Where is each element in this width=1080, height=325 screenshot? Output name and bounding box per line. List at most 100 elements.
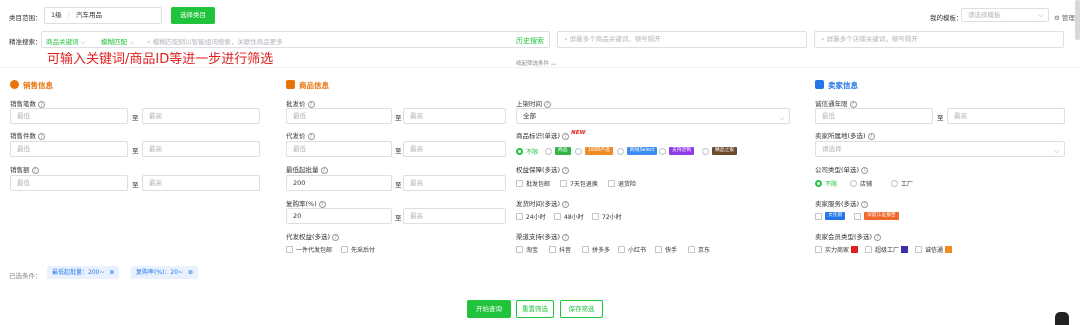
help-icon: ? [849,100,857,108]
scrollbar[interactable] [1075,0,1080,40]
sales-qty-max[interactable]: 最高 [142,141,260,157]
exclude-goods-input[interactable]: ⌕ 屏蔽多个商品关键词，顿号隔开 [557,31,807,48]
repurchase-rate-min[interactable]: 20 [286,208,392,224]
company-type-label: 公司类型(单选)? [815,164,869,174]
help-icon: ? [874,233,882,241]
radio-goods-mark-1[interactable]: 商品 [545,147,571,155]
range-separator: 至 [395,214,402,222]
checkbox-protection-2[interactable]: 7天包退换 [560,179,598,188]
wholesale-price-label: 批发价? [286,98,315,108]
min-batch-min[interactable]: 200 [286,175,392,191]
checkbox-protection-1[interactable]: 批发包邮 [516,179,550,188]
sales-count-label: 销售笔数? [10,98,45,108]
history-search-button[interactable]: 历史搜索 [516,36,544,46]
sales-count-max[interactable]: 最高 [142,108,260,124]
listing-time-select[interactable]: 全部 ⌵ [516,108,790,124]
checkbox-delivery-72h[interactable]: 72小时 [592,212,622,221]
dropship-rights-label: 代发权益(多选)? [286,231,340,241]
checkbox-channel-douyin[interactable]: 抖音 [549,245,571,254]
wholesale-price-max[interactable]: 最高 [403,108,506,124]
member-type-label: 卖家会员类型(多选)? [815,231,882,241]
checkbox-protection-3[interactable]: 退货险 [608,179,636,188]
sales-amount-label: 销售额? [10,164,39,174]
checkbox-pay-later[interactable]: 先采后付 [341,245,375,254]
assistant-robot-icon[interactable] [1055,312,1069,325]
trust-years-label: 诚信通年限? [815,98,857,108]
repurchase-rate-max[interactable]: 最高 [403,208,506,224]
manage-link[interactable]: ⚙ 管理 [1054,12,1075,22]
radio-company-any[interactable]: 不限 [815,179,837,188]
reset-filters-button[interactable]: 重置筛选 [516,300,554,318]
range-separator: 至 [132,114,139,122]
sales-amount-max[interactable]: 最高 [142,175,260,191]
search-input[interactable]: ⌕ 模糊匹配则以智能组词搜索，关联性商品更多 [147,36,283,47]
goods-mark-label: 商品标识(单选)? NEW [516,130,586,140]
range-separator: 至 [395,114,402,122]
trust-years-min[interactable]: 最低 [815,108,933,124]
radio-goods-mark-any[interactable]: 不限 [516,147,538,156]
help-icon: ? [31,166,39,174]
sales-qty-min[interactable]: 最低 [10,141,128,157]
range-separator: 至 [395,147,402,155]
sales-section-title: 销售信息 [10,80,53,91]
repurchase-rate-label: 复购率(%)? [286,198,326,208]
selected-tag-repurchase[interactable]: 复购率(%)：20~ ⊗ [131,266,198,279]
checkbox-member-2[interactable]: 超级工厂 [865,245,909,254]
checkbox-free-shipping[interactable]: 一件代发包邮 [286,245,332,254]
seller-region-select[interactable]: 请选择 ⌵ [815,141,1065,157]
checkbox-service-2[interactable]: 深度认证报告 [854,212,899,220]
collapse-filters-toggle[interactable]: 收起筛选条件 ︿ [516,59,556,67]
delivery-time-label: 发货时间(多选)? [516,198,570,208]
checkbox-delivery-24h[interactable]: 24小时 [516,212,546,221]
exclude-shop-input[interactable]: ⌕ 屏蔽多个店铺关键词，顿号隔开 [814,31,1064,48]
radio-company-factory[interactable]: 工厂 [891,179,913,188]
select-category-button[interactable]: 选择类目 [171,7,215,24]
radio-company-shop[interactable]: 店铺 [850,179,872,188]
trust-years-max[interactable]: 最高 [947,108,1065,124]
close-icon[interactable]: ⊗ [188,269,193,276]
dropship-price-max[interactable]: 最高 [403,141,506,157]
checkbox-member-3[interactable]: 诚信通 [915,245,953,254]
search-mode-select[interactable]: 商品关键词 ⌵ [46,36,86,47]
match-mode-select[interactable]: 模糊匹配 ⌵ [101,36,134,47]
chevron-down-icon: ⌵ [779,115,784,122]
radio-goods-mark-4[interactable]: 支持定制 [659,147,695,155]
help-icon: ? [861,200,869,208]
seller-service-label: 卖家服务(多选)? [815,198,869,208]
checkbox-delivery-48h[interactable]: 48小时 [554,212,584,221]
search-icon: ⌕ [564,35,568,43]
radio-goods-mark-3[interactable]: 跨境Select [617,147,658,155]
checkbox-channel-pdd[interactable]: 拼多多 [582,245,610,254]
checkbox-channel-kuaishou[interactable]: 快手 [655,245,677,254]
category-input[interactable]: 1级 | 汽车用品 [44,7,162,24]
checkbox-channel-xhs[interactable]: 小红书 [618,245,646,254]
checkbox-member-1[interactable]: 实力商家 [815,245,859,254]
gear-icon: ⚙ [1054,14,1060,22]
template-select[interactable]: 请选择模板 ⌵ [961,8,1049,22]
radio-goods-mark-5[interactable]: 精品之家 [702,147,738,155]
sales-count-min[interactable]: 最低 [10,108,128,124]
template-label: 我的模板： [930,14,963,22]
sales-amount-min[interactable]: 最低 [10,175,128,191]
category-value: 汽车用品 [76,11,102,19]
checkbox-service-1[interactable]: 文化街 [815,212,846,220]
save-filters-button[interactable]: 保存筛选 [560,300,603,318]
selected-tag-min-batch[interactable]: 最低起批量：200~ ⊗ [47,266,120,279]
dropship-price-min[interactable]: 最低 [286,141,392,157]
checkbox-channel-jd[interactable]: 京东 [688,245,710,254]
chevron-down-icon: ⌵ [1054,148,1059,155]
chevron-down-icon: ⌵ [80,38,86,46]
start-search-button[interactable]: 开始查询 [467,300,511,318]
dropship-price-label: 代发价? [286,130,315,140]
checkbox-channel-taobao[interactable]: 淘宝 [516,245,538,254]
shop-icon [286,80,295,89]
min-batch-max[interactable]: 最高 [403,175,506,191]
wholesale-price-min[interactable]: 最低 [286,108,392,124]
help-icon: ? [320,166,328,174]
help-icon: ? [562,233,570,241]
seller-section-title: 卖家信息 [815,80,858,91]
search-label: 精准搜索： [9,38,42,46]
radio-goods-mark-2[interactable]: 1688严选 [575,147,613,155]
range-separator: 至 [937,114,944,122]
close-icon[interactable]: ⊗ [109,269,114,276]
